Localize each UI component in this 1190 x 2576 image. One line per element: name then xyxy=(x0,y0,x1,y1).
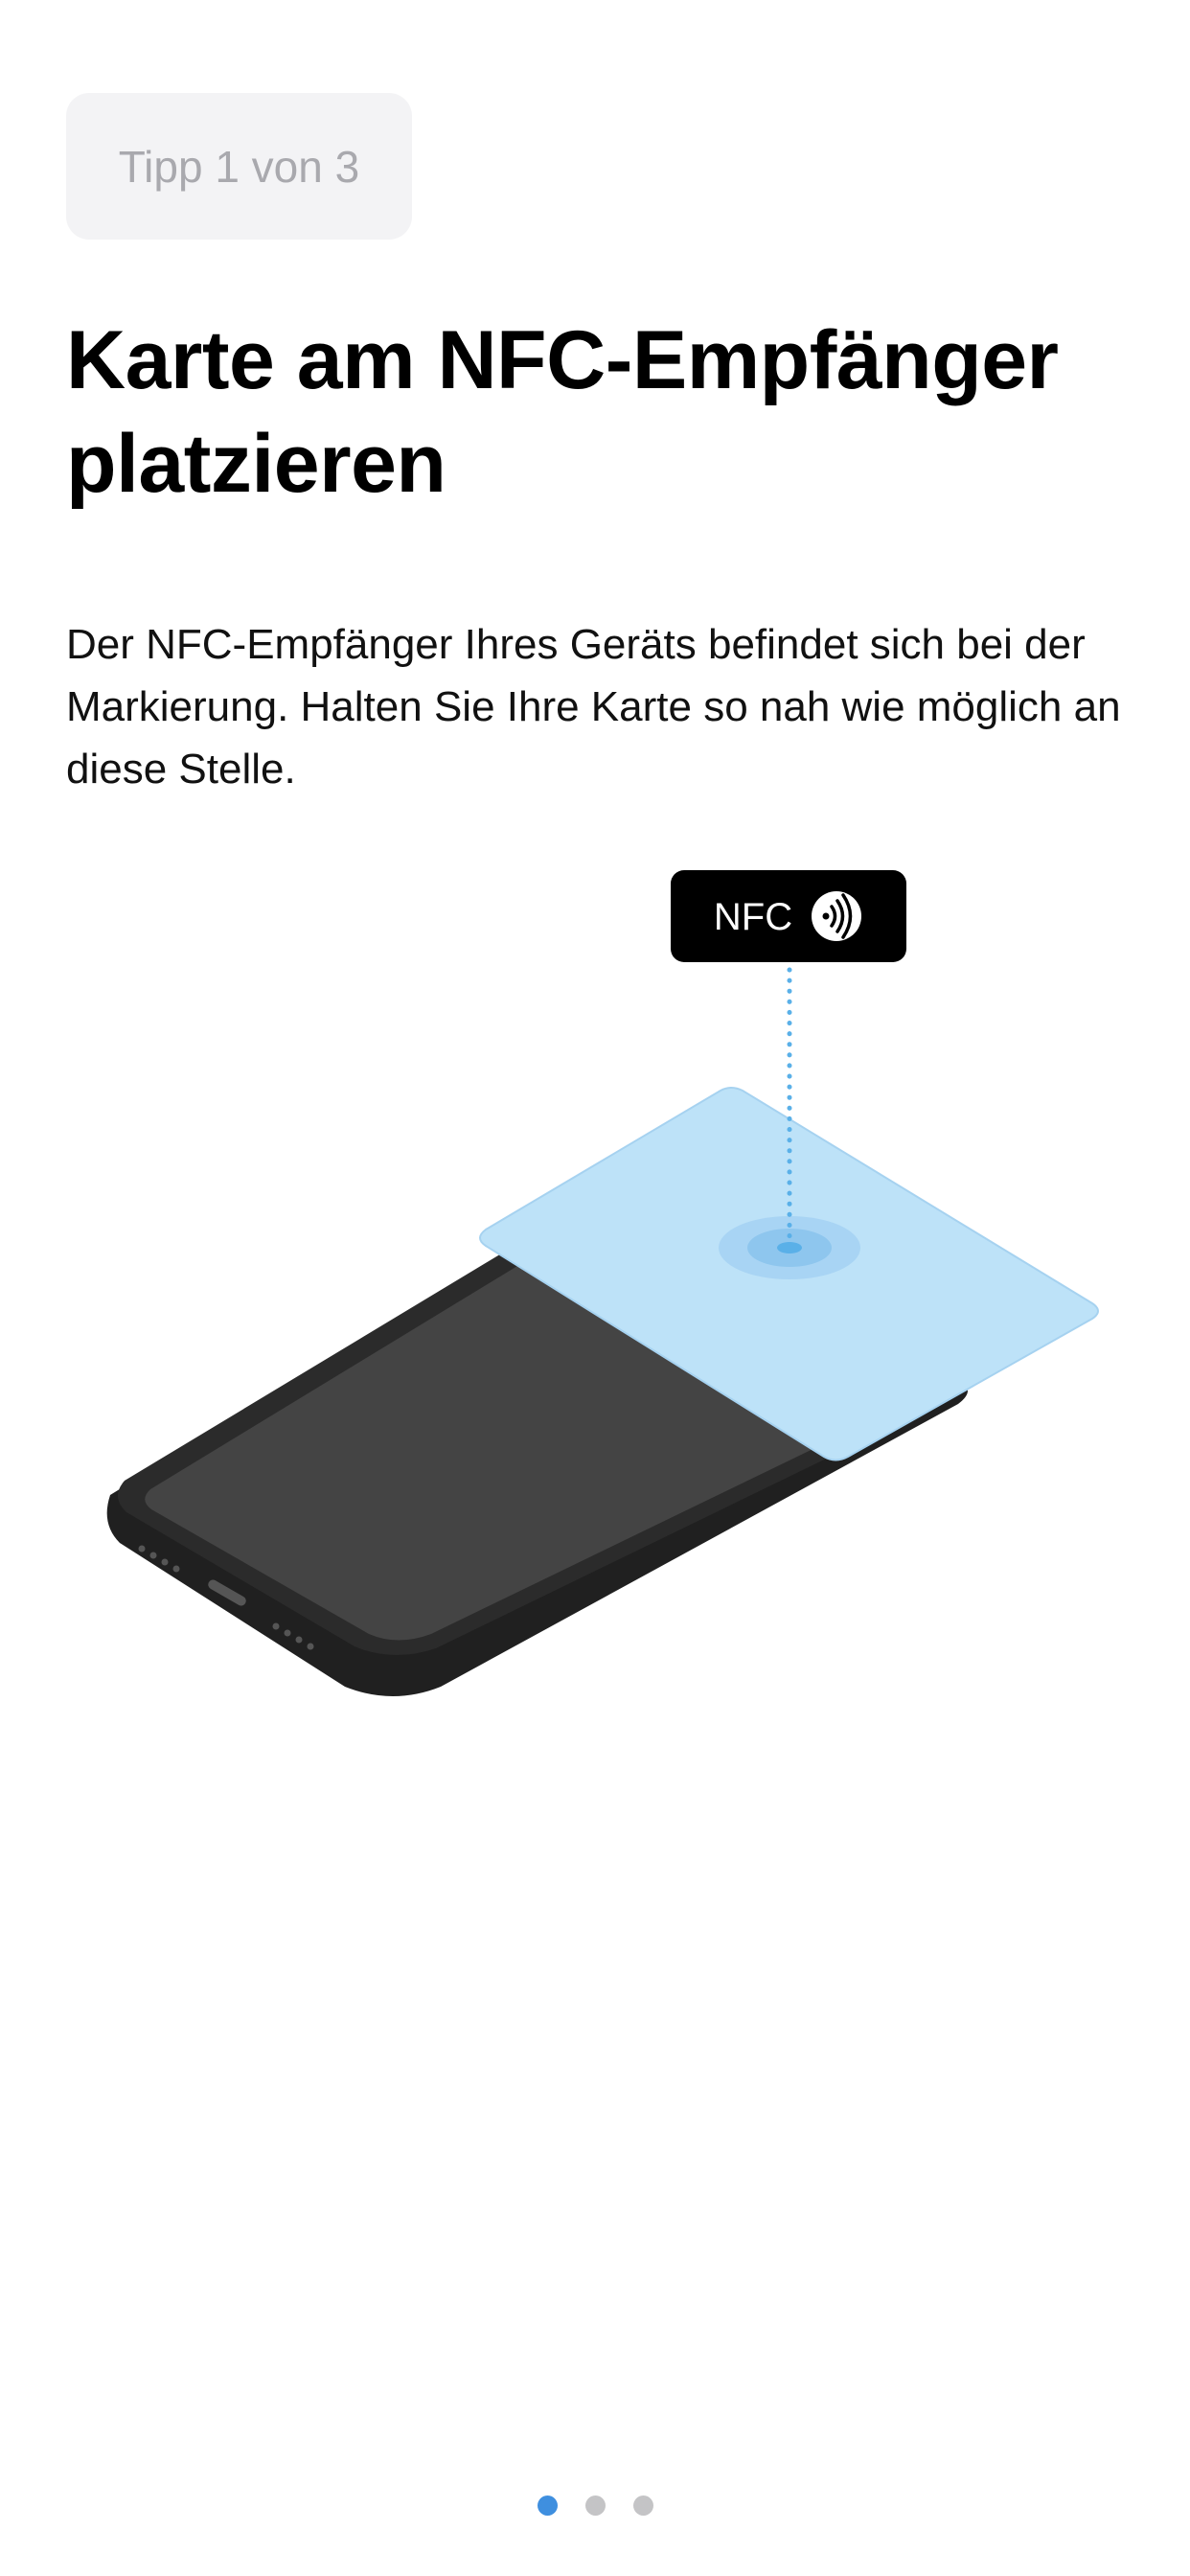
page-dot-1[interactable] xyxy=(537,2496,558,2516)
page-dot-3[interactable] xyxy=(632,2496,653,2516)
page-title: Karte am NFC-Empfänger platzieren xyxy=(66,314,1059,510)
nfc-illustration: NFC xyxy=(106,870,1099,1696)
tip-counter-badge: Tipp 1 von 3 xyxy=(66,93,412,240)
instruction-text: Der NFC-Empfänger Ihres Geräts befindet … xyxy=(66,621,1121,793)
nfc-label: NFC xyxy=(671,870,906,962)
nfc-label-text: NFC xyxy=(714,896,792,938)
contactless-icon xyxy=(812,891,861,941)
page-indicator[interactable] xyxy=(0,2496,1190,2518)
page-dot-2[interactable] xyxy=(584,2496,606,2516)
tip-counter-label: Tipp 1 von 3 xyxy=(118,141,360,192)
